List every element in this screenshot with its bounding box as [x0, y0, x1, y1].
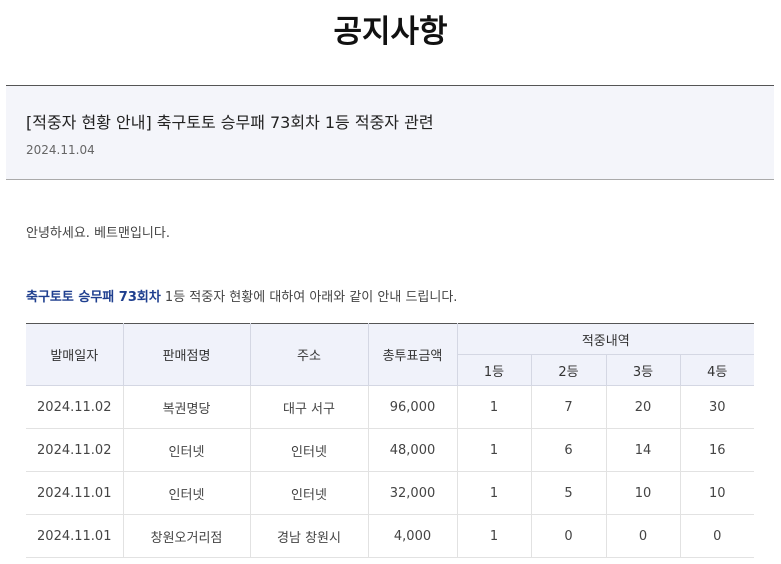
table-row: 2024.11.02 인터넷 인터넷 48,000 1 6 14 16: [26, 428, 755, 472]
notice-date: 2024.11.04: [26, 143, 95, 157]
cell-total: 96,000: [367, 385, 458, 429]
cell-rank2: 0: [530, 514, 607, 558]
header-total: 총투표금액: [367, 323, 458, 386]
cell-rank4: 0: [679, 514, 755, 558]
cell-date: 2024.11.02: [26, 428, 124, 472]
cell-rank2: 7: [530, 385, 607, 429]
cell-rank3: 20: [605, 385, 681, 429]
winners-table: 발매일자 판매점명 주소 총투표금액 적중내역 1등 2등 3등 4등 2024…: [26, 323, 755, 558]
notice-header: [적중자 현황 안내] 축구토토 승무패 73회차 1등 적중자 관련 2024…: [6, 85, 774, 180]
cell-address: 인터넷: [249, 471, 369, 515]
cell-rank4: 30: [679, 385, 755, 429]
cell-address: 대구 서구: [249, 385, 369, 429]
table-row: 2024.11.02 복권명당 대구 서구 96,000 1 7 20 30: [26, 385, 755, 429]
notice-title: [적중자 현황 안내] 축구토토 승무패 73회차 1등 적중자 관련: [26, 113, 434, 132]
cell-rank1: 1: [456, 471, 532, 515]
cell-rank2: 5: [530, 471, 607, 515]
header-address: 주소: [249, 323, 369, 386]
cell-address: 경남 창원시: [249, 514, 369, 558]
intro-text: 축구토토 승무패 73회차 1등 적중자 현황에 대하여 아래와 같이 안내 드…: [26, 286, 457, 305]
cell-rank4: 16: [679, 428, 755, 472]
header-date: 발매일자: [26, 323, 124, 386]
cell-rank2: 6: [530, 428, 607, 472]
cell-store: 복권명당: [122, 385, 251, 429]
cell-rank1: 1: [456, 385, 532, 429]
cell-store: 인터넷: [122, 471, 251, 515]
header-rank4: 4등: [679, 354, 755, 386]
cell-rank3: 10: [605, 471, 681, 515]
cell-rank3: 14: [605, 428, 681, 472]
intro-rest: 1등 적중자 현황에 대하여 아래와 같이 안내 드립니다.: [160, 290, 458, 305]
header-rank3: 3등: [605, 354, 681, 386]
cell-rank1: 1: [456, 428, 532, 472]
cell-date: 2024.11.01: [26, 514, 124, 558]
cell-rank4: 10: [679, 471, 755, 515]
page-title: 공지사항: [333, 14, 448, 50]
greeting-text: 안녕하세요. 베트맨입니다.: [26, 226, 170, 241]
cell-store: 창원오거리점: [122, 514, 251, 558]
intro-highlight: 축구토토 승무패 73회차: [26, 290, 161, 305]
table-row: 2024.11.01 인터넷 인터넷 32,000 1 5 10 10: [26, 471, 755, 515]
cell-total: 48,000: [367, 428, 458, 472]
cell-rank3: 0: [605, 514, 681, 558]
cell-total: 32,000: [367, 471, 458, 515]
cell-date: 2024.11.02: [26, 385, 124, 429]
cell-date: 2024.11.01: [26, 471, 124, 515]
cell-rank1: 1: [456, 514, 532, 558]
cell-total: 4,000: [367, 514, 458, 558]
header-hits: 적중내역: [456, 323, 755, 355]
header-rank2: 2등: [530, 354, 607, 386]
header-store: 판매점명: [122, 323, 251, 386]
cell-store: 인터넷: [122, 428, 251, 472]
cell-address: 인터넷: [249, 428, 369, 472]
table-row: 2024.11.01 창원오거리점 경남 창원시 4,000 1 0 0 0: [26, 514, 755, 558]
header-rank1: 1등: [457, 354, 532, 386]
